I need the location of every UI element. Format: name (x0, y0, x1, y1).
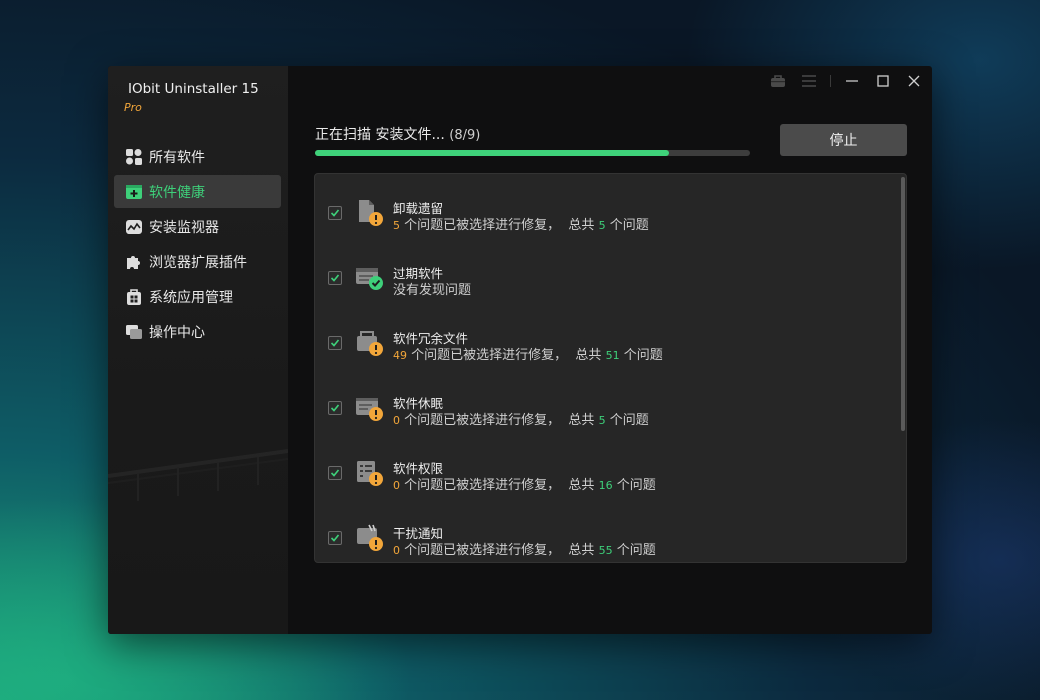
result-checkbox[interactable] (328, 271, 342, 285)
leftover-file-icon (359, 200, 383, 226)
result-checkbox[interactable] (328, 466, 342, 480)
sidebar-item-label: 操作中心 (149, 324, 205, 341)
maximize-icon[interactable] (873, 72, 893, 90)
scan-status-text: 正在扫描 安装文件... (315, 127, 445, 143)
result-row-sleeping-software: 软件休眠 0 个问题已被选择进行修复， 总共 5 个问题 (315, 385, 895, 445)
minimize-icon[interactable] (842, 72, 862, 90)
result-description: 0 个问题已被选择进行修复， 总共 16 个问题 (393, 478, 656, 493)
scan-progress-bar (315, 150, 750, 156)
toolbox-icon[interactable] (768, 72, 788, 90)
sidebar-item-label: 浏览器扩展插件 (149, 254, 247, 271)
menu-icon[interactable] (799, 72, 819, 90)
title-bar-controls (757, 72, 924, 90)
result-checkbox[interactable] (328, 206, 342, 220)
result-description: 0 个问题已被选择进行修复， 总共 5 个问题 (393, 413, 649, 428)
app-window: IObit Uninstaller 15 Pro 所有软件 软件健康 安装监视器 (108, 66, 932, 634)
permissions-icon (357, 461, 383, 486)
result-description: 0 个问题已被选择进行修复， 总共 55 个问题 (393, 543, 656, 558)
result-row-notifications: 干扰通知 0 个问题已被选择进行修复， 总共 55 个问题 (315, 515, 895, 575)
sleeping-software-icon (356, 398, 383, 421)
sidebar-item-label: 所有软件 (149, 149, 205, 166)
result-row-permissions: 软件权限 0 个问题已被选择进行修复， 总共 16 个问题 (315, 450, 895, 510)
result-checkbox[interactable] (328, 336, 342, 350)
result-row-leftovers: 卸载遗留 5 个问题已被选择进行修复， 总共 5 个问题 (315, 190, 895, 250)
scrollbar-thumb[interactable] (901, 177, 905, 431)
scan-step-count: (8/9) (449, 128, 481, 143)
sidebar-item-system-apps[interactable]: 系统应用管理 (114, 280, 281, 313)
sidebar-nav: 所有软件 软件健康 安装监视器 浏览器扩展插件 系统应用管理 操作中心 (114, 140, 281, 350)
result-checkbox[interactable] (328, 401, 342, 415)
scan-progress-fill (315, 150, 670, 156)
result-description: 49 个问题已被选择进行修复， 总共 51 个问题 (393, 348, 663, 363)
result-description: 没有发现问题 (393, 283, 472, 298)
sidebar-item-software-health[interactable]: 软件健康 (114, 175, 281, 208)
all-apps-icon (124, 147, 143, 166)
app-title: IObit Uninstaller 15 (128, 81, 259, 97)
result-row-outdated: 过期软件 没有发现问题 (315, 255, 895, 315)
sidebar-item-label: 安装监视器 (149, 219, 219, 236)
sidebar-background-art (108, 449, 288, 501)
close-icon[interactable] (904, 72, 924, 90)
redundant-files-icon (357, 331, 383, 356)
health-icon (124, 182, 143, 201)
scan-status: 正在扫描 安装文件... (8/9) (315, 124, 480, 144)
notification-icon (357, 524, 383, 551)
sidebar-item-install-monitor[interactable]: 安装监视器 (114, 210, 281, 243)
action-center-icon (124, 322, 143, 341)
puzzle-icon (124, 252, 143, 271)
sidebar: IObit Uninstaller 15 Pro 所有软件 软件健康 安装监视器 (108, 66, 288, 634)
sidebar-item-browser-extensions[interactable]: 浏览器扩展插件 (114, 245, 281, 278)
results-panel: 卸载遗留 5 个问题已被选择进行修复， 总共 5 个问题 过期软件 没有发现问题… (314, 173, 907, 563)
sidebar-item-label: 软件健康 (149, 184, 205, 201)
monitor-icon (124, 217, 143, 236)
sidebar-item-all-software[interactable]: 所有软件 (114, 140, 281, 173)
result-checkbox[interactable] (328, 531, 342, 545)
title-bar-divider (830, 75, 831, 87)
windows-apps-icon (124, 287, 143, 306)
stop-button[interactable]: 停止 (780, 124, 907, 156)
sidebar-item-label: 系统应用管理 (149, 289, 233, 306)
outdated-software-icon (356, 268, 383, 290)
result-row-redundant-files: 软件冗余文件 49 个问题已被选择进行修复， 总共 51 个问题 (315, 320, 895, 380)
sidebar-item-action-center[interactable]: 操作中心 (114, 315, 281, 348)
app-edition: Pro (124, 101, 142, 114)
result-description: 5 个问题已被选择进行修复， 总共 5 个问题 (393, 218, 649, 233)
